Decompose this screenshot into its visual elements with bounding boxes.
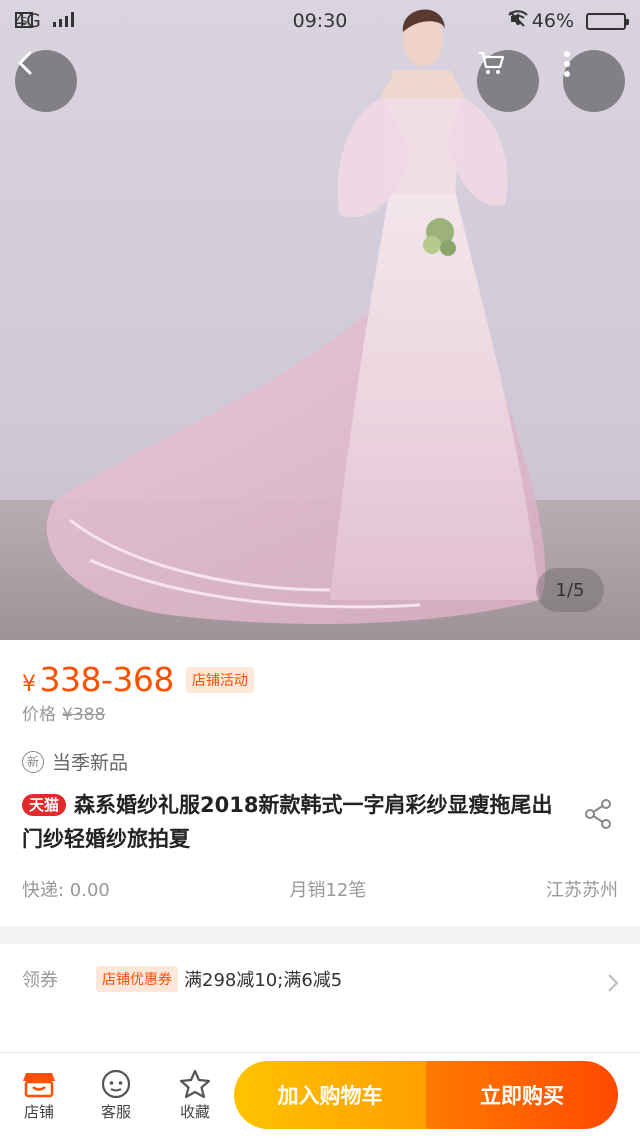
more-button[interactable] — [563, 50, 625, 112]
monthly-sales: 月销12笔 — [289, 880, 367, 901]
store-promo-tag[interactable]: 店铺活动 — [185, 666, 254, 693]
coupon-label: 领券 — [22, 970, 58, 991]
share-button[interactable] — [583, 798, 613, 834]
price: ¥338-368 — [22, 660, 174, 699]
chevron-right-icon — [606, 972, 620, 998]
back-button[interactable] — [15, 50, 77, 112]
chevron-left-icon — [18, 51, 32, 75]
product-title: 天猫 森系婚纱礼服2018新款韩式一字肩彩纱显瘦拖尾出门纱轻婚纱旅拍夏 — [22, 793, 553, 851]
customer-service-label: 客服 — [100, 1103, 131, 1121]
bottom-action-bar: 店铺 客服 收藏 加入购物车 立即购买 — [0, 1052, 640, 1139]
shipping-fee: 快递: 0.00 — [22, 880, 110, 901]
cart-icon — [479, 51, 505, 74]
product-image-gallery[interactable]: 4G S 09:30 46% 1/5 — [0, 0, 640, 640]
original-price: 价格 ¥388 — [22, 705, 106, 725]
star-icon — [160, 1067, 230, 1101]
cart-button[interactable] — [477, 50, 539, 112]
coupon-tag: 店铺优惠券 — [96, 966, 178, 992]
add-to-cart-button[interactable]: 加入购物车 — [234, 1061, 426, 1129]
shipping-sales-location: 快递: 0.00 月销12笔 江苏苏州 — [22, 876, 618, 902]
price-row: ¥338-368 店铺活动 — [22, 660, 254, 699]
tmall-badge: 天猫 — [22, 794, 67, 816]
store-icon — [4, 1067, 74, 1101]
buy-now-button[interactable]: 立即购买 — [426, 1061, 618, 1129]
store-nav[interactable]: 店铺 — [4, 1067, 74, 1122]
coupon-text: 满298减10;满6减5 — [184, 970, 343, 991]
store-label: 店铺 — [23, 1103, 54, 1121]
section-divider — [0, 926, 640, 944]
status-bar: 4G S 09:30 46% — [0, 0, 640, 44]
favorite-nav[interactable]: 收藏 — [160, 1067, 230, 1122]
favorite-label: 收藏 — [179, 1103, 210, 1121]
coupon-row[interactable]: 领券 店铺优惠券 满298减10;满6减5 — [22, 966, 618, 992]
more-vertical-icon — [564, 51, 570, 77]
gallery-page-indicator: 1/5 — [536, 568, 604, 612]
share-icon — [585, 799, 611, 829]
new-badge-icon: 新 — [22, 750, 44, 773]
customer-service-icon — [81, 1067, 151, 1101]
product-photo — [0, 9, 640, 640]
battery-percent: 46% — [531, 10, 574, 32]
purchase-buttons: 加入购物车 立即购买 — [234, 1061, 618, 1129]
battery-icon — [586, 12, 629, 30]
new-season-row: 新 当季新品 — [22, 748, 128, 775]
ship-location: 江苏苏州 — [546, 880, 618, 901]
customer-service-nav[interactable]: 客服 — [81, 1067, 151, 1122]
